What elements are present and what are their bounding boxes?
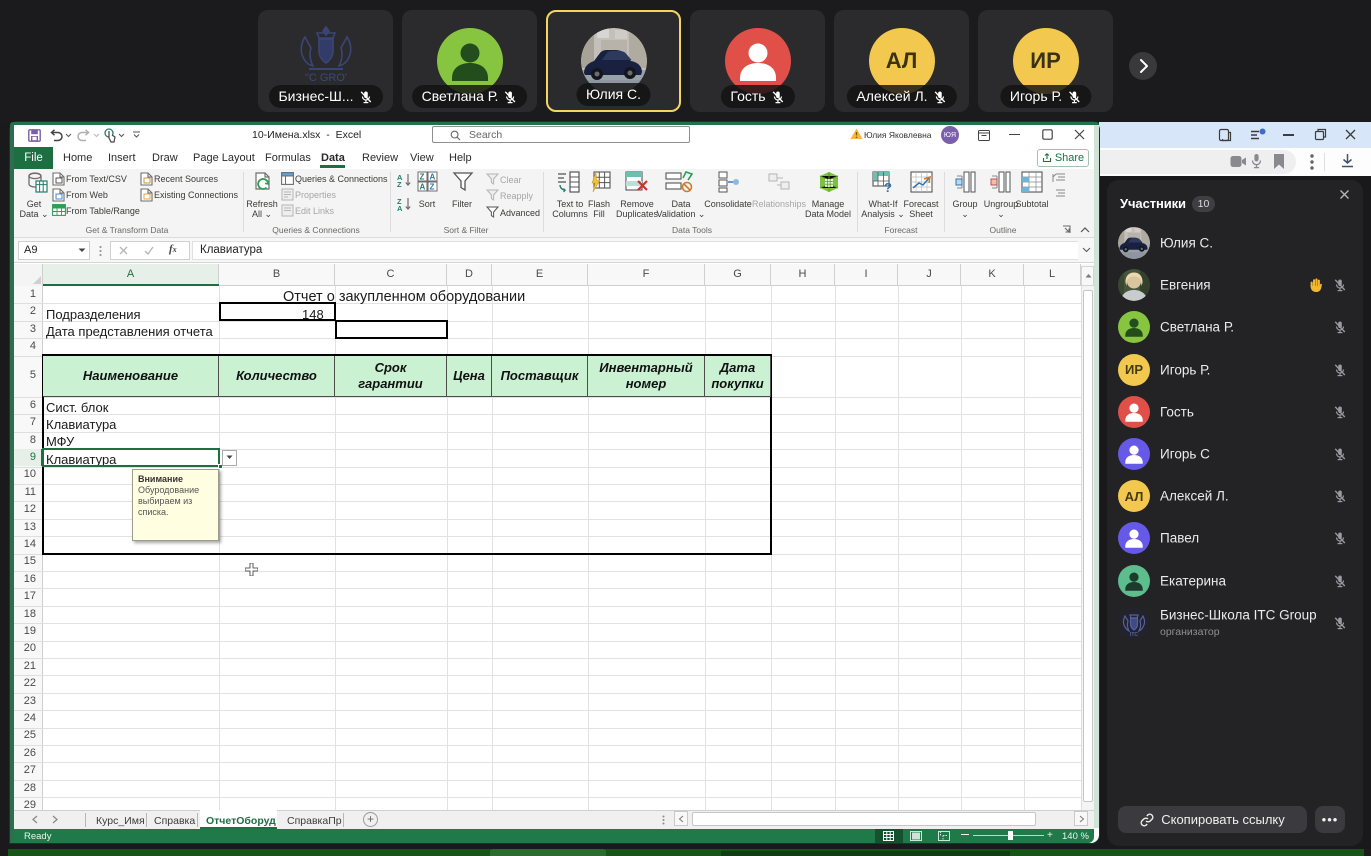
svg-text:Z: Z <box>397 180 402 187</box>
svg-text:Z: Z <box>430 183 435 192</box>
svg-text:?: ? <box>884 180 892 193</box>
svg-text:"C GRO': "C GRO' <box>304 72 346 84</box>
svg-text:Z: Z <box>420 173 425 182</box>
svg-text:ITC: ITC <box>1130 632 1138 638</box>
svg-text:A: A <box>420 183 426 192</box>
svg-text:A: A <box>430 173 436 182</box>
